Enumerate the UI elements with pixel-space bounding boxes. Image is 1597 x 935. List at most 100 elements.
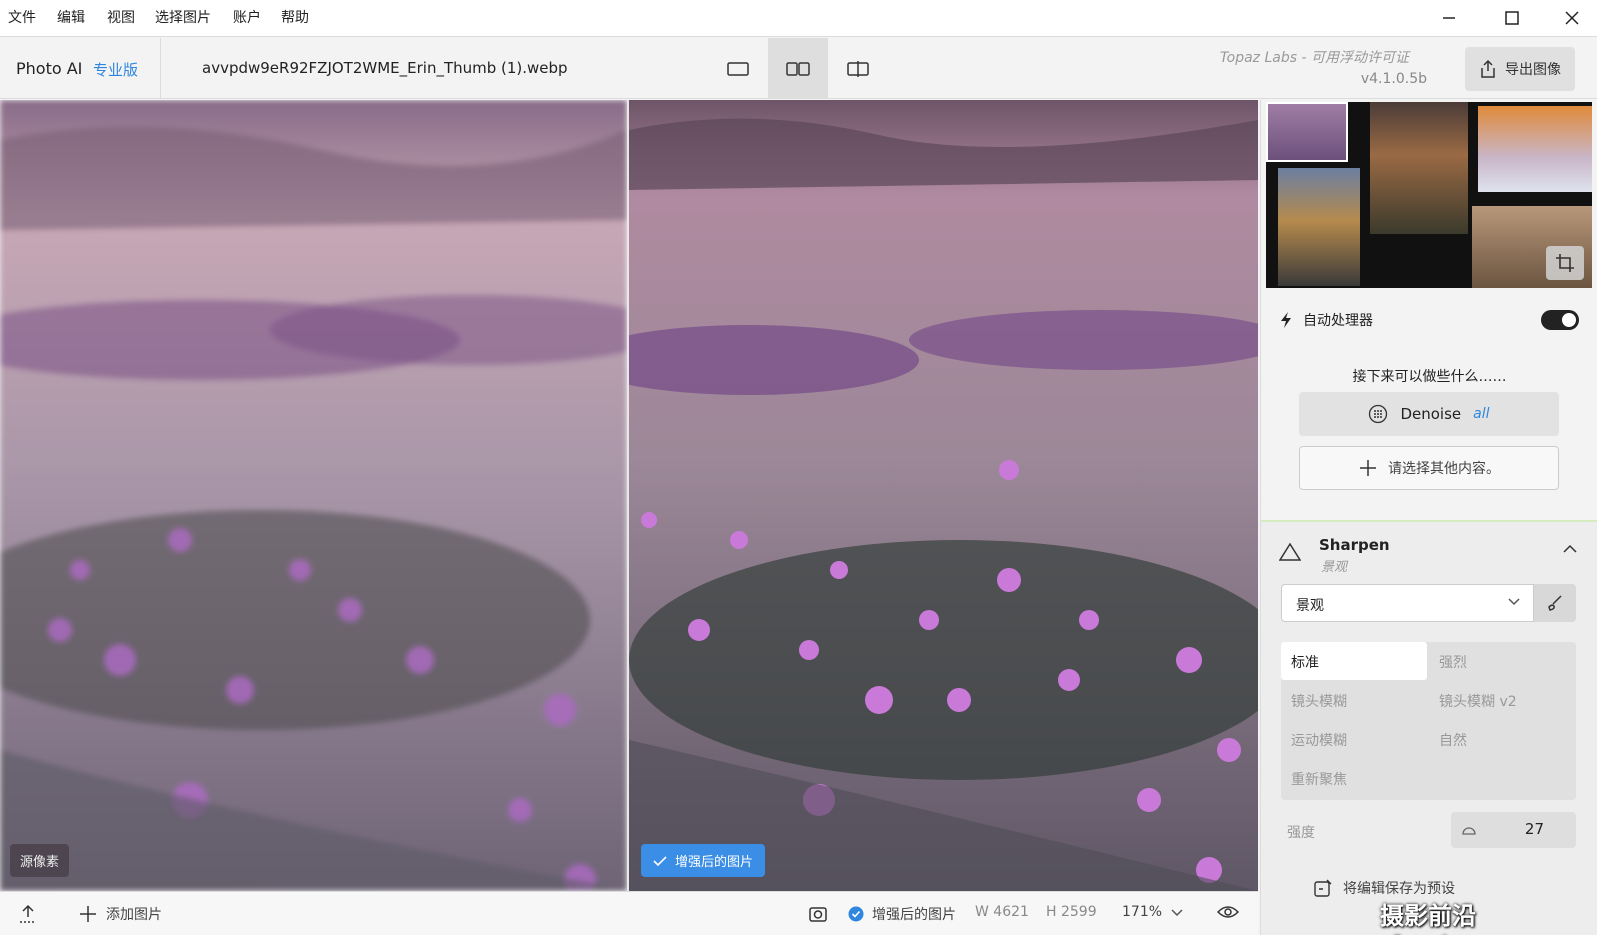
- preset-icon: [1314, 879, 1332, 897]
- close-icon: [1565, 11, 1579, 25]
- strength-label: 强度: [1287, 825, 1315, 841]
- add-other-button[interactable]: 请选择其他内容。: [1299, 446, 1559, 490]
- version-label: v4.1.0.5b: [1360, 71, 1427, 87]
- thumbnail-5[interactable]: [1472, 206, 1592, 288]
- strength-value: 27: [1524, 820, 1544, 838]
- file-name: avvpdw9eR92FZJOT2WME_Erin_Thumb (1).webp: [202, 59, 568, 77]
- image-width: W 4621: [975, 904, 1029, 920]
- maximize-button[interactable]: [1496, 4, 1528, 32]
- sharpen-subtitle: 景观: [1321, 560, 1348, 575]
- sharpen-panel: Sharpen 景观 景观 标准 强烈 镜头模糊 镜头模糊 v2 运动模糊 自然…: [1261, 520, 1597, 935]
- menu-edit[interactable]: 编辑: [57, 7, 85, 27]
- app-name: Photo AI: [16, 59, 83, 78]
- sharpen-model-grid: 标准 强烈 镜头模糊 镜头模糊 v2 运动模糊 自然 重新聚焦: [1281, 642, 1576, 800]
- bottom-bar: 添加图片 增强后的图片 W 4621 H 2599 171%: [0, 891, 1258, 935]
- strength-input[interactable]: 27: [1451, 812, 1576, 848]
- minimize-button[interactable]: [1433, 4, 1465, 32]
- single-view-button[interactable]: [708, 38, 768, 99]
- right-sidebar: 自动处理器 接下来可以做些什么…… Denoise all 请选择其他内容。 S…: [1260, 100, 1597, 935]
- maximize-icon: [1505, 11, 1519, 25]
- check-icon: [653, 855, 667, 866]
- camera-icon: [809, 907, 827, 922]
- app-edition: 专业版: [93, 61, 139, 79]
- menu-account[interactable]: 账户: [233, 7, 261, 27]
- zoom-value: 171%: [1122, 904, 1163, 920]
- preview-selector[interactable]: 增强后的图片: [848, 904, 956, 924]
- zoom-select[interactable]: 171%: [1122, 904, 1184, 920]
- model-lens-blur[interactable]: 镜头模糊: [1281, 681, 1427, 719]
- lightning-icon: [1281, 312, 1291, 328]
- side-by-side-view-button[interactable]: [768, 38, 828, 99]
- plus-icon: [80, 906, 96, 922]
- enhanced-label: 增强后的图片: [641, 844, 766, 877]
- source-image: [0, 100, 627, 891]
- license-info: Topaz Labs - 可用浮动许可证: [1219, 50, 1409, 66]
- denoise-button[interactable]: Denoise all: [1299, 392, 1559, 436]
- chevron-down-icon: [1508, 598, 1520, 606]
- image-height: H 2599: [1046, 904, 1097, 920]
- upload-icon: [20, 904, 36, 923]
- save-preset-button[interactable]: 将编辑保存为预设: [1313, 878, 1455, 898]
- enhanced-label-text: 增强后的图片: [675, 855, 754, 870]
- auto-processor-label: 自动处理器: [1303, 313, 1373, 329]
- plus-icon: [1360, 460, 1376, 476]
- compare-toggle-button[interactable]: [1217, 904, 1239, 920]
- model-standard[interactable]: 标准: [1281, 642, 1427, 680]
- split-view-button[interactable]: [828, 38, 888, 99]
- brush-icon: [1548, 595, 1562, 611]
- add-other-label: 请选择其他内容。: [1388, 461, 1500, 477]
- model-refocus[interactable]: 重新聚焦: [1281, 759, 1427, 797]
- menu-view[interactable]: 视图: [107, 7, 135, 27]
- sharpen-icon: [1279, 542, 1301, 561]
- auto-processor-toggle[interactable]: [1541, 310, 1579, 330]
- side-by-side-icon: [786, 61, 810, 76]
- menu-select-image[interactable]: 选择图片: [155, 7, 211, 27]
- thumbnail-3[interactable]: [1370, 102, 1468, 234]
- model-strong[interactable]: 强烈: [1429, 642, 1575, 680]
- crop-button[interactable]: [1546, 246, 1584, 280]
- sharpen-title: Sharpen: [1319, 536, 1390, 554]
- menu-help[interactable]: 帮助: [281, 7, 309, 27]
- auto-processor-row: 自动处理器: [1279, 308, 1579, 332]
- next-actions-title: 接下来可以做些什么……: [1352, 369, 1507, 385]
- snapshot-button[interactable]: [808, 904, 828, 924]
- check-circle-icon: [848, 906, 864, 922]
- mask-brush-button[interactable]: [1534, 584, 1576, 622]
- image-compare-area[interactable]: 源像素 增强后的图片: [0, 100, 1258, 891]
- chevron-down-icon: [1171, 909, 1183, 917]
- image-thumbnails: [1266, 102, 1592, 288]
- eye-icon: [1217, 906, 1239, 918]
- model-motion-blur[interactable]: 运动模糊: [1281, 720, 1427, 758]
- gauge-icon: [1462, 827, 1476, 835]
- thumbnail-4[interactable]: [1478, 106, 1592, 192]
- upload-button[interactable]: [18, 904, 38, 924]
- add-image-label: 添加图片: [106, 907, 162, 923]
- thumbnail-2[interactable]: [1278, 168, 1360, 286]
- export-button[interactable]: 导出图像: [1465, 47, 1575, 91]
- single-view-icon: [727, 61, 749, 76]
- menu-bar: 文件 编辑 视图 选择图片 账户 帮助: [0, 0, 1597, 37]
- denoise-mode: all: [1473, 406, 1490, 422]
- enhanced-image-panel[interactable]: 增强后的图片: [629, 100, 1258, 891]
- add-image-button[interactable]: 添加图片: [78, 904, 162, 924]
- select-value: 景观: [1296, 598, 1324, 614]
- toolbar-divider: [160, 38, 161, 99]
- top-toolbar: Photo AI 专业版 avvpdw9eR92FZJOT2WME_Erin_T…: [0, 38, 1597, 99]
- export-icon: [1481, 59, 1495, 78]
- model-natural[interactable]: 自然: [1429, 720, 1575, 758]
- enhanced-image: [629, 100, 1258, 891]
- close-button[interactable]: [1556, 4, 1588, 32]
- model-lens-blur-v2[interactable]: 镜头模糊 v2: [1429, 681, 1575, 719]
- menu-file[interactable]: 文件: [8, 7, 36, 27]
- source-image-panel[interactable]: 源像素: [0, 100, 627, 891]
- chevron-up-icon[interactable]: [1562, 544, 1578, 554]
- source-label: 源像素: [10, 844, 70, 877]
- denoise-label: Denoise: [1400, 405, 1462, 423]
- sharpen-subject-select[interactable]: 景观: [1281, 584, 1534, 622]
- denoise-icon: [1369, 404, 1388, 424]
- preview-label: 增强后的图片: [872, 907, 956, 923]
- thumbnail-1[interactable]: [1266, 102, 1348, 162]
- export-label: 导出图像: [1505, 62, 1561, 78]
- save-preset-label: 将编辑保存为预设: [1343, 881, 1455, 897]
- split-view-icon: [847, 60, 869, 77]
